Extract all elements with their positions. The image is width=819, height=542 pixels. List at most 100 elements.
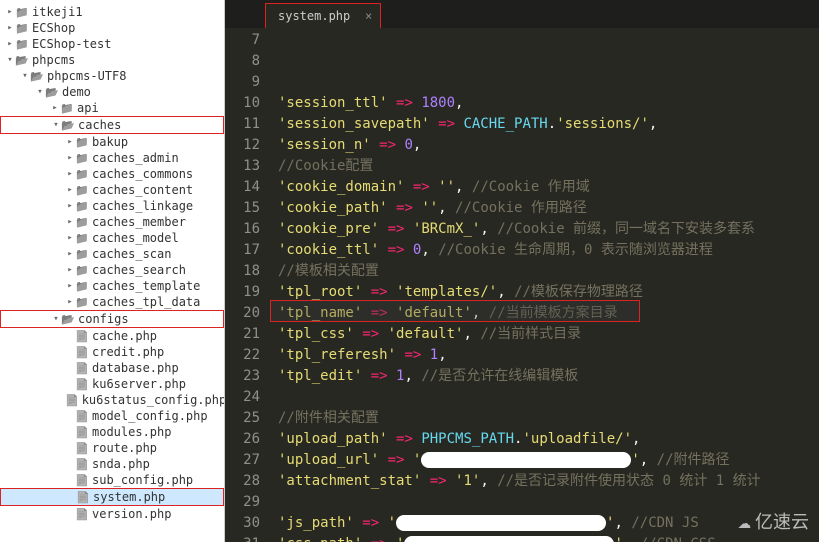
file-icon (75, 361, 89, 375)
folder-caches-scan[interactable]: ▸ caches_scan (0, 246, 224, 262)
folder-caches[interactable]: ▾caches (0, 116, 224, 134)
line-number: 13 (225, 156, 260, 177)
folder-caches-content[interactable]: ▸caches_content (0, 182, 224, 198)
tree-label: ECShop-test (32, 37, 111, 51)
file-ku6server-php[interactable]: ku6server.php (0, 376, 224, 392)
file-ku6status-config-php[interactable]: ku6status_config.php (0, 392, 224, 408)
arrow-icon: ▾ (20, 71, 30, 81)
tree-label: demo (62, 85, 91, 99)
folder-ECShop[interactable]: ▸ ECShop (0, 20, 224, 36)
code-line-10: //Cookie配置 (278, 156, 819, 177)
close-icon[interactable]: × (365, 9, 372, 23)
line-number: 24 (225, 387, 260, 408)
line-number: 14 (225, 177, 260, 198)
code-line-24: 'upload_url' => '', //附件路径 (278, 450, 819, 471)
folder-api[interactable]: ▸api (0, 100, 224, 116)
file-icon (75, 329, 89, 343)
folder-bakup[interactable]: ▸bakup (0, 134, 224, 150)
folder-caches-search[interactable]: ▸ caches_search (0, 262, 224, 278)
code-line-7: 'session_ttl' => 1800, (278, 93, 819, 114)
tree-label: version.php (92, 507, 171, 521)
tree-label: route.php (92, 441, 157, 455)
arrow-icon: ▸ (65, 249, 75, 259)
arrow-icon: ▸ (5, 23, 15, 33)
folder-demo[interactable]: ▾demo (0, 84, 224, 100)
tree-label: ku6server.php (92, 377, 186, 391)
line-number: 31 (225, 534, 260, 542)
folder-open-icon (45, 85, 59, 99)
code-line-8: 'session_savepath' => CACHE_PATH.'sessio… (278, 114, 819, 135)
code-line-18: 'tpl_css' => 'default', //当前样式目录 (278, 324, 819, 345)
file-version-php[interactable]: version.php (0, 506, 224, 522)
tree-label: ECShop (32, 21, 75, 35)
file-sub-config-php[interactable]: sub_config.php (0, 472, 224, 488)
code-line-9: 'session_n' => 0, (278, 135, 819, 156)
folder-caches-member[interactable]: ▸caches_member (0, 214, 224, 230)
tree-label: caches_admin (92, 151, 179, 165)
code-editor: system.php × 789101112131415161718192021… (225, 0, 819, 542)
file-tree[interactable]: ▸itkeji1▸ECShop▸ECShop-test▾phpcms▾phpcm… (0, 0, 225, 542)
file-model-config-php[interactable]: model_config.php (0, 408, 224, 424)
folder-caches-template[interactable]: ▸caches_template (0, 278, 224, 294)
arrow-icon: ▸ (65, 185, 75, 195)
file-credit-php[interactable]: credit.php (0, 344, 224, 360)
file-cache-php[interactable]: cache.php (0, 328, 224, 344)
folder-caches-tpl-data[interactable]: ▸caches_tpl_data (0, 294, 224, 310)
folder-icon (75, 279, 89, 293)
file-system-php[interactable]: system.php (0, 488, 224, 506)
line-number: 11 (225, 114, 260, 135)
tab-system-php[interactable]: system.php × (265, 3, 381, 28)
folder-caches-linkage[interactable]: ▸caches_linkage (0, 198, 224, 214)
code-content[interactable]: 'session_ttl' => 1800, 'session_savepath… (270, 28, 819, 542)
tab-label: system.php (278, 9, 350, 23)
folder-icon (75, 263, 89, 277)
code-line-13: 'cookie_pre' => 'BRCmX_', //Cookie 前缀，同一… (278, 219, 819, 240)
folder-phpcms[interactable]: ▾phpcms (0, 52, 224, 68)
line-number: 22 (225, 345, 260, 366)
line-number: 27 (225, 450, 260, 471)
tree-label: caches_model (92, 231, 179, 245)
tree-label: caches_search (92, 263, 186, 277)
line-number: 19 (225, 282, 260, 303)
tree-label: itkeji1 (32, 5, 83, 19)
tree-label: caches_scan (92, 247, 171, 261)
file-icon (76, 490, 90, 504)
line-number: 23 (225, 366, 260, 387)
line-number: 21 (225, 324, 260, 345)
arrow-icon: ▸ (65, 297, 75, 307)
tree-label: snda.php (92, 457, 150, 471)
line-number: 9 (225, 72, 260, 93)
file-modules-php[interactable]: modules.php (0, 424, 224, 440)
arrow-icon: ▸ (65, 265, 75, 275)
line-number: 26 (225, 429, 260, 450)
file-route-php[interactable]: route.php (0, 440, 224, 456)
code-line-23: 'upload_path' => PHPCMS_PATH.'uploadfile… (278, 429, 819, 450)
tree-label: caches_commons (92, 167, 193, 181)
arrow-icon: ▸ (5, 7, 15, 17)
line-number: 30 (225, 513, 260, 534)
line-number: 18 (225, 261, 260, 282)
tree-label: model_config.php (92, 409, 208, 423)
line-number: 29 (225, 492, 260, 513)
arrow-icon: ▸ (65, 169, 75, 179)
folder-icon (75, 295, 89, 309)
tree-label: modules.php (92, 425, 171, 439)
file-database-php[interactable]: database.php (0, 360, 224, 376)
line-number: 12 (225, 135, 260, 156)
line-number: 17 (225, 240, 260, 261)
tab-bar: system.php × (225, 0, 819, 28)
folder-configs[interactable]: ▾configs (0, 310, 224, 328)
folder-icon (15, 37, 29, 51)
line-number: 15 (225, 198, 260, 219)
folder-caches-model[interactable]: ▸caches_model (0, 230, 224, 246)
folder-caches-admin[interactable]: ▸caches_admin (0, 150, 224, 166)
folder-icon (75, 215, 89, 229)
folder-ECShop-test[interactable]: ▸ECShop-test (0, 36, 224, 52)
tree-label: system.php (93, 490, 165, 504)
file-snda-php[interactable]: snda.php (0, 456, 224, 472)
line-number: 25 (225, 408, 260, 429)
tree-label: caches_template (92, 279, 200, 293)
folder-caches-commons[interactable]: ▸ caches_commons (0, 166, 224, 182)
folder-itkeji1[interactable]: ▸ itkeji1 (0, 4, 224, 20)
folder-phpcms-UTF8[interactable]: ▾phpcms-UTF8 (0, 68, 224, 84)
